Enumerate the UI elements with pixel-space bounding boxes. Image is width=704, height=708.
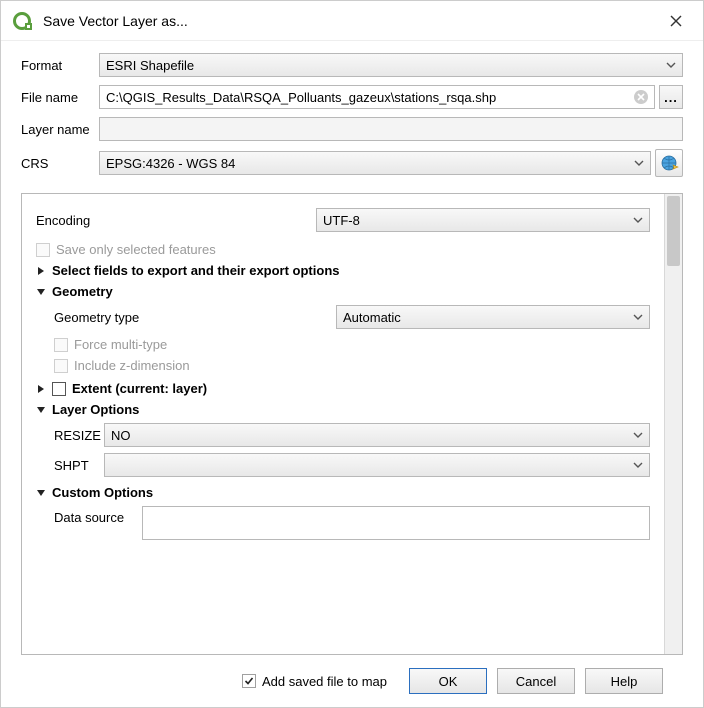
add-saved-checkbox[interactable] xyxy=(242,674,256,688)
extent-label: Extent (current: layer) xyxy=(72,381,207,396)
cancel-button[interactable]: Cancel xyxy=(497,668,575,694)
triangle-down-icon xyxy=(36,287,46,297)
filename-value: C:\QGIS_Results_Data\RSQA_Polluants_gaze… xyxy=(106,90,496,105)
encoding-row: Encoding UTF-8 xyxy=(36,208,650,232)
data-source-input[interactable] xyxy=(142,506,650,540)
resize-value: NO xyxy=(111,428,131,443)
scrollbar-thumb[interactable] xyxy=(667,196,680,266)
crs-value: EPSG:4326 - WGS 84 xyxy=(106,156,235,171)
filename-input[interactable]: C:\QGIS_Results_Data\RSQA_Polluants_gaze… xyxy=(99,85,655,109)
close-button[interactable] xyxy=(661,6,691,36)
extent-section[interactable]: Extent (current: layer) xyxy=(36,381,650,396)
layer-options-body: RESIZE NO SHPT xyxy=(36,423,650,477)
help-label: Help xyxy=(611,674,638,689)
resize-combo[interactable]: NO xyxy=(104,423,650,447)
qgis-logo-icon xyxy=(13,11,33,31)
extent-checkbox[interactable] xyxy=(52,382,66,396)
encoding-combo[interactable]: UTF-8 xyxy=(316,208,650,232)
clear-filename-button[interactable] xyxy=(634,90,648,104)
cancel-label: Cancel xyxy=(516,674,556,689)
options-frame: Encoding UTF-8 Save only selected featur… xyxy=(21,193,683,655)
chevron-down-icon xyxy=(634,160,644,166)
layername-label: Layer name xyxy=(21,122,99,137)
triangle-right-icon xyxy=(36,266,46,276)
encoding-label: Encoding xyxy=(36,213,316,228)
crs-label: CRS xyxy=(21,156,99,171)
dialog-footer: Add saved file to map OK Cancel Help xyxy=(21,655,683,707)
titlebar: Save Vector Layer as... xyxy=(1,1,703,41)
add-saved-label: Add saved file to map xyxy=(262,674,387,689)
format-combo[interactable]: ESRI Shapefile xyxy=(99,53,683,77)
select-fields-section[interactable]: Select fields to export and their export… xyxy=(36,263,650,278)
triangle-right-icon xyxy=(36,384,46,394)
include-z-row: Include z-dimension xyxy=(54,358,650,373)
save-selected-label: Save only selected features xyxy=(56,242,216,257)
geometry-type-value: Automatic xyxy=(343,310,401,325)
vertical-scrollbar[interactable] xyxy=(664,194,682,654)
geometry-label: Geometry xyxy=(52,284,113,299)
chevron-down-icon xyxy=(666,62,676,68)
include-z-checkbox xyxy=(54,359,68,373)
ok-button[interactable]: OK xyxy=(409,668,487,694)
shpt-combo[interactable] xyxy=(104,453,650,477)
chevron-down-icon xyxy=(633,217,643,223)
filename-row: File name C:\QGIS_Results_Data\RSQA_Poll… xyxy=(21,85,683,109)
custom-options-section[interactable]: Custom Options xyxy=(36,485,650,500)
geometry-type-combo[interactable]: Automatic xyxy=(336,305,650,329)
data-source-row: Data source xyxy=(54,506,650,540)
chevron-down-icon xyxy=(633,432,643,438)
geometry-type-row: Geometry type Automatic xyxy=(54,305,650,329)
chevron-down-icon xyxy=(633,462,643,468)
window-title: Save Vector Layer as... xyxy=(43,13,661,29)
chevron-down-icon xyxy=(633,314,643,320)
browse-ellipsis-icon: ... xyxy=(664,90,678,105)
layername-input[interactable] xyxy=(99,117,683,141)
force-multi-checkbox xyxy=(54,338,68,352)
select-fields-label: Select fields to export and their export… xyxy=(52,263,340,278)
layername-row: Layer name xyxy=(21,117,683,141)
format-row: Format ESRI Shapefile xyxy=(21,53,683,77)
custom-options-label: Custom Options xyxy=(52,485,153,500)
geometry-body: Geometry type Automatic Force multi-type xyxy=(36,305,650,373)
browse-file-button[interactable]: ... xyxy=(659,85,683,109)
options-body: Encoding UTF-8 Save only selected featur… xyxy=(22,194,664,654)
shpt-row: SHPT xyxy=(54,453,650,477)
include-z-label: Include z-dimension xyxy=(74,358,190,373)
force-multi-row: Force multi-type xyxy=(54,337,650,352)
layer-options-section[interactable]: Layer Options xyxy=(36,402,650,417)
triangle-down-icon xyxy=(36,488,46,498)
ok-label: OK xyxy=(439,674,458,689)
globe-icon xyxy=(659,153,679,173)
triangle-down-icon xyxy=(36,405,46,415)
custom-options-body: Data source xyxy=(36,506,650,540)
data-source-label: Data source xyxy=(54,506,142,525)
close-icon xyxy=(670,15,682,27)
resize-label: RESIZE xyxy=(54,428,104,443)
dialog-window: Save Vector Layer as... Format ESRI Shap… xyxy=(0,0,704,708)
geometry-section[interactable]: Geometry xyxy=(36,284,650,299)
format-value: ESRI Shapefile xyxy=(106,58,194,73)
dialog-content: Format ESRI Shapefile File name C:\QGIS_… xyxy=(1,41,703,707)
crs-row: CRS EPSG:4326 - WGS 84 xyxy=(21,149,683,177)
force-multi-label: Force multi-type xyxy=(74,337,167,352)
crs-combo[interactable]: EPSG:4326 - WGS 84 xyxy=(99,151,651,175)
help-button[interactable]: Help xyxy=(585,668,663,694)
encoding-value: UTF-8 xyxy=(323,213,360,228)
select-crs-button[interactable] xyxy=(655,149,683,177)
layer-options-label: Layer Options xyxy=(52,402,139,417)
save-selected-row: Save only selected features xyxy=(36,242,650,257)
resize-row: RESIZE NO xyxy=(54,423,650,447)
shpt-label: SHPT xyxy=(54,458,104,473)
save-selected-checkbox xyxy=(36,243,50,257)
clear-icon xyxy=(637,93,645,101)
filename-label: File name xyxy=(21,90,99,105)
format-label: Format xyxy=(21,58,99,73)
geometry-type-label: Geometry type xyxy=(54,310,336,325)
checkmark-icon xyxy=(244,676,254,686)
add-saved-row[interactable]: Add saved file to map xyxy=(242,674,387,689)
